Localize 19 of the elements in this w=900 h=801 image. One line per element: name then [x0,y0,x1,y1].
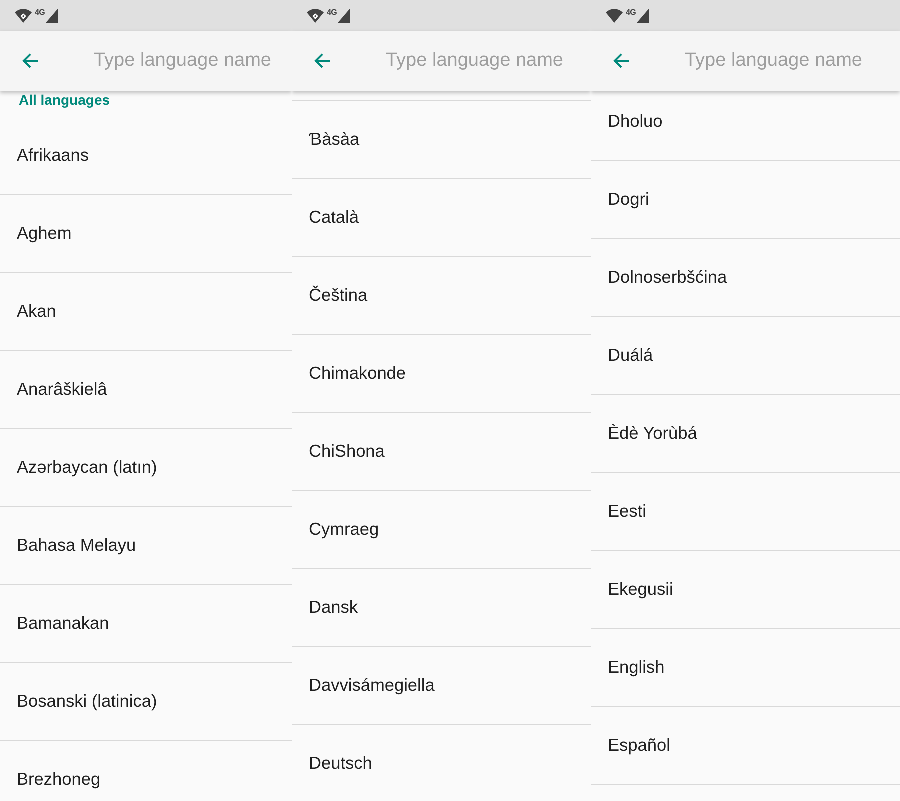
language-item[interactable]: Duálá [591,317,900,395]
language-item[interactable]: Eesti [591,473,900,551]
back-icon[interactable] [22,53,38,69]
language-item[interactable]: Dogri [591,161,900,239]
signal-icon [46,9,58,23]
language-item[interactable]: Español [591,707,900,785]
language-item[interactable]: Dolnoserbšćina [591,239,900,317]
network-type-label: 4G [35,9,46,17]
language-item[interactable]: Ekegusii [591,551,900,629]
language-item[interactable]: English [591,629,900,707]
back-icon[interactable] [613,53,629,69]
signal-icon [637,9,650,23]
language-item[interactable]: Dholuo [591,91,900,161]
signal-icon [338,9,350,23]
network-type-label: 4G [626,9,636,17]
network-type-label: 4G [327,9,338,17]
back-icon[interactable] [314,53,330,69]
language-item[interactable]: Èdè Yorùbá [591,395,900,473]
section-header: All languages [19,92,110,108]
